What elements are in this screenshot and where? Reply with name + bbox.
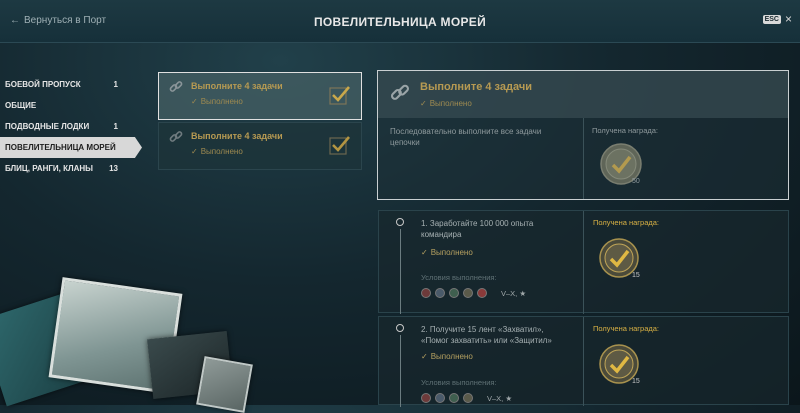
esc-key-label: ESC (762, 14, 781, 24)
divider (583, 211, 584, 314)
task-details-panel: Выполните 4 задачи ✓ Выполнено Последова… (377, 70, 789, 200)
sidebar-item-count: 13 (109, 164, 118, 173)
checkmark-icon: ✓ (191, 147, 198, 156)
tier-range: V–X, ★ (487, 393, 513, 403)
nation-flag-icon[interactable] (463, 288, 473, 298)
category-sidebar: БОЕВОЙ ПРОПУСК 1 ОБЩИЕ ПОДВОДНЫЕ ЛОДКИ 1… (0, 74, 150, 179)
checkmark-icon: ✓ (421, 352, 428, 361)
checkmark-icon: ✓ (421, 248, 428, 257)
esc-close-button[interactable]: ESC × (762, 12, 792, 26)
sidebar-item-label: ПОВЕЛИТЕЛЬНИЦА МОРЕЙ (5, 143, 116, 152)
subtask-text: 2. Получите 15 лент «Захватил», «Помог з… (421, 325, 552, 345)
details-task-status: ✓ Выполнено (420, 99, 472, 108)
subtask-text: 1. Заработайте 100 000 опыта командира (421, 219, 534, 239)
sidebar-item-battle-pass[interactable]: БОЕВОЙ ПРОПУСК 1 (0, 74, 128, 95)
subtask-status-label: Выполнено (430, 352, 473, 361)
nation-flag-icon[interactable] (421, 393, 431, 403)
nation-flag-icon[interactable] (421, 288, 431, 298)
checkmark-icon (329, 86, 350, 105)
chain-link-icon (390, 84, 410, 100)
task-name: Выполните 4 задачи (191, 131, 283, 141)
reward-count: 50 (632, 178, 640, 185)
sidebar-item-label: ПОДВОДНЫЕ ЛОДКИ (5, 122, 90, 131)
sidebar-item-submarines[interactable]: ПОДВОДНЫЕ ЛОДКИ 1 (0, 116, 128, 137)
nation-flag-icon[interactable] (449, 288, 459, 298)
subtask-item[interactable]: 2. Получите 15 лент «Захватил», «Помог з… (378, 316, 789, 407)
decorative-photo (196, 356, 253, 413)
nation-flag-icon[interactable] (435, 393, 445, 403)
subtask-connector (400, 229, 401, 314)
sidebar-item-blitz-ranks-clans[interactable]: БЛИЦ, РАНГИ, КЛАНЫ 13 (0, 158, 128, 179)
task-status: ✓ Выполнено (191, 147, 243, 156)
reward-count: 15 (632, 378, 640, 385)
nation-flag-icon[interactable] (477, 288, 487, 298)
sidebar-item-label: ОБЩИЕ (5, 101, 37, 110)
chain-link-icon (169, 81, 183, 92)
close-icon: × (784, 12, 792, 26)
subtask-status-label: Выполнено (430, 248, 473, 257)
checkmark-icon: ✓ (191, 97, 198, 106)
task-card[interactable]: Выполните 4 задачи ✓ Выполнено (158, 72, 362, 120)
subtask-item[interactable]: 1. Заработайте 100 000 опыта командира ✓… (378, 210, 789, 314)
reward-label: Получена награда: (593, 324, 660, 333)
sidebar-item-count: 1 (113, 122, 118, 131)
chain-link-icon (169, 131, 183, 142)
reward-label: Получена награда: (592, 126, 659, 135)
divider (583, 317, 584, 406)
sidebar-item-count: 1 (113, 80, 118, 89)
task-name: Выполните 4 задачи (191, 81, 283, 91)
details-header (378, 71, 788, 118)
details-status-label: Выполнено (429, 99, 472, 108)
checkmark-icon: ✓ (420, 99, 427, 108)
reward-label: Получена награда: (593, 218, 660, 227)
task-status-label: Выполнено (200, 147, 243, 156)
nation-flag-icon[interactable] (449, 393, 459, 403)
sidebar-item-ruler-of-seas[interactable]: ПОВЕЛИТЕЛЬНИЦА МОРЕЙ (0, 137, 142, 158)
subtask-step-marker (396, 324, 404, 332)
task-card[interactable]: Выполните 4 задачи ✓ Выполнено (158, 122, 362, 170)
top-bar: ← Вернуться в Порт ПОВЕЛИТЕЛЬНИЦА МОРЕЙ … (0, 0, 800, 43)
sidebar-item-label: БЛИЦ, РАНГИ, КЛАНЫ (5, 164, 94, 173)
subtask-status: ✓ Выполнено (421, 352, 473, 361)
nation-flags: V–X, ★ (421, 288, 526, 298)
reward-count: 15 (632, 272, 640, 279)
details-description: Последовательно выполните все задачи цеп… (390, 127, 542, 147)
subtask-status: ✓ Выполнено (421, 248, 473, 257)
task-status: ✓ Выполнено (191, 97, 243, 106)
task-status-label: Выполнено (200, 97, 243, 106)
sidebar-item-label: БОЕВОЙ ПРОПУСК (5, 80, 81, 89)
page-title: ПОВЕЛИТЕЛЬНИЦА МОРЕЙ (313, 15, 487, 29)
subtask-connector (400, 335, 401, 407)
nation-flag-icon[interactable] (435, 288, 445, 298)
checkmark-icon (329, 136, 350, 155)
subtask-step-marker (396, 218, 404, 226)
conditions-label: Условия выполнения: (421, 378, 497, 387)
sidebar-item-general[interactable]: ОБЩИЕ (0, 95, 128, 116)
divider (583, 118, 584, 199)
conditions-label: Условия выполнения: (421, 273, 497, 282)
nation-flag-icon[interactable] (463, 393, 473, 403)
nation-flags: V–X, ★ (421, 393, 512, 403)
tier-range: V–X, ★ (501, 288, 527, 298)
details-task-name: Выполните 4 задачи (420, 81, 532, 93)
